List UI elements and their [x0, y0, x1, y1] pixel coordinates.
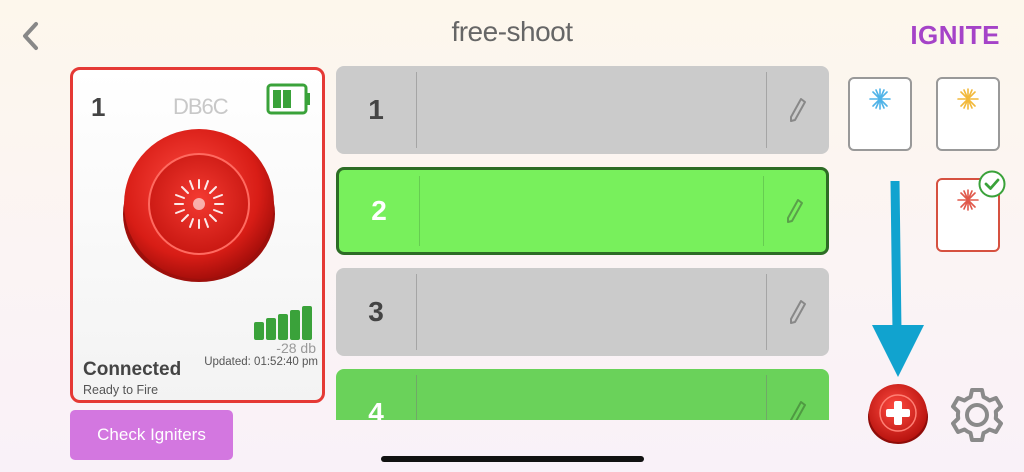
- page-title: free-shoot: [451, 16, 573, 47]
- cue-number: 3: [368, 296, 384, 327]
- add-cue-button[interactable]: [866, 383, 930, 450]
- pencil-icon: [787, 199, 803, 223]
- battery-icon: [266, 83, 310, 115]
- pencil-icon: [790, 401, 806, 420]
- igniter-number: 1: [91, 92, 106, 122]
- igniter-card[interactable]: 1 DB6C -28 db Updated: 01:52:40 pm Conne…: [70, 67, 325, 403]
- firework-icon: [957, 88, 979, 110]
- check-igniters-button[interactable]: Check Igniters: [70, 410, 233, 460]
- cue-number: 4: [368, 397, 384, 420]
- plus-circle-icon: [868, 384, 928, 444]
- cue-number: 2: [371, 195, 387, 226]
- cue-number: 1: [368, 94, 384, 125]
- updated-time: Updated: 01:52:40 pm: [204, 356, 318, 368]
- checkmark-icon: [978, 170, 1006, 198]
- edit-cue-button[interactable]: [767, 369, 829, 420]
- firework-icon: [957, 189, 979, 211]
- igniter-swatch-yellow[interactable]: [936, 77, 1000, 151]
- igniter-swatch-red[interactable]: [936, 170, 1006, 252]
- cue-row[interactable]: 1: [336, 66, 829, 154]
- signal-strength: -28 db: [276, 340, 316, 356]
- ready-status: Ready to Fire: [83, 383, 159, 397]
- signal-bars-icon: [254, 306, 312, 340]
- edit-cue-button[interactable]: [764, 170, 826, 252]
- connection-status: Connected: [83, 359, 182, 380]
- brand-logo: IGNITE: [910, 20, 1000, 50]
- cue-row[interactable]: 3: [336, 268, 829, 356]
- cue-content[interactable]: [417, 268, 766, 356]
- cue-content[interactable]: [417, 66, 766, 154]
- firework-icon: [869, 88, 891, 110]
- settings-button[interactable]: [944, 382, 1010, 453]
- edit-cue-button[interactable]: [767, 66, 829, 154]
- cue-content[interactable]: [420, 170, 763, 252]
- igniter-swatch-blue[interactable]: [848, 77, 912, 151]
- igniter-image: [123, 129, 275, 282]
- arrow-down-icon: [872, 181, 924, 377]
- cue-list[interactable]: 1 2 3 4: [336, 66, 829, 420]
- home-indicator: [381, 456, 644, 462]
- cue-content[interactable]: [417, 369, 766, 420]
- pencil-icon: [790, 98, 806, 122]
- gear-icon: [951, 388, 1003, 442]
- pencil-icon: [790, 300, 806, 324]
- igniter-device-id: DB6C: [173, 94, 229, 119]
- cue-row[interactable]: 4: [336, 369, 829, 420]
- edit-cue-button[interactable]: [767, 268, 829, 356]
- cue-row[interactable]: 2: [336, 167, 829, 255]
